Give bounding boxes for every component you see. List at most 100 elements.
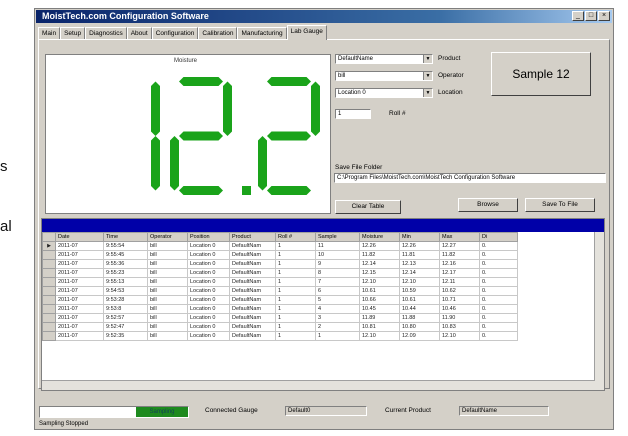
location-select[interactable]: Location 0 ▼: [335, 88, 433, 98]
table-cell: 9:55:36: [103, 259, 148, 269]
product-select[interactable]: DefaultName ▼: [335, 54, 433, 64]
maximize-button[interactable]: □: [585, 11, 597, 21]
sample-button[interactable]: Sample 12: [491, 52, 591, 96]
table-cell: 12.27: [439, 241, 480, 251]
table-cell: 9:52:35: [103, 331, 148, 341]
table-cell: 0.: [479, 250, 518, 260]
table-cell: 8: [315, 268, 360, 278]
column-header[interactable]: Di: [479, 232, 518, 242]
horizontal-scrollbar[interactable]: [42, 380, 595, 390]
table-cell: bill: [147, 331, 188, 341]
table-cell: 1: [275, 322, 316, 332]
table-cell: 9: [315, 259, 360, 269]
digit-segment: [179, 131, 223, 141]
table-cell: DefaultNam: [229, 241, 276, 251]
moisture-display: Moisture: [45, 54, 331, 214]
table-cell: DefaultNam: [229, 259, 276, 269]
column-header[interactable]: Product: [229, 232, 276, 242]
table-cell: 1: [275, 259, 316, 269]
table-cell: 1: [275, 295, 316, 305]
table-row[interactable]: 2011-07 9:55:13 bill Location 0 DefaultNam 1 7…: [42, 277, 518, 287]
table-cell: 10.80: [399, 322, 440, 332]
clear-table-button[interactable]: Clear Table: [335, 200, 401, 214]
row-indicator-header: [42, 232, 56, 242]
table-cell: 6: [315, 286, 360, 296]
table-cell: 1: [275, 277, 316, 287]
table-cell: DefaultNam: [229, 331, 276, 341]
column-header[interactable]: Roll #: [275, 232, 316, 242]
digit-segment: [311, 81, 320, 136]
table-cell: bill: [147, 277, 188, 287]
table-row[interactable]: 2011-07 9:55:45 bill Location 0 DefaultNam 1 1…: [42, 250, 518, 260]
current-row-arrow-icon: ▶: [42, 241, 56, 251]
operator-select[interactable]: bill ▼: [335, 71, 433, 81]
column-header[interactable]: Date: [55, 232, 104, 242]
dropdown-arrow-icon: ▼: [423, 72, 432, 80]
roll-input[interactable]: 1: [335, 109, 371, 119]
table-cell: 10.61: [359, 286, 400, 296]
table-cell: 1: [275, 286, 316, 296]
tab-lab-gauge[interactable]: Lab Gauge: [286, 25, 327, 40]
background-text-1: s: [0, 158, 8, 175]
table-cell: 2011-07: [55, 286, 104, 296]
table-row[interactable]: 2011-07 9:53:28 bill Location 0 DefaultNam 1 5…: [42, 295, 518, 305]
column-header[interactable]: Moisture: [359, 232, 400, 242]
row-indicator: [42, 322, 56, 332]
save-folder-input[interactable]: C:\Program Files\MoistTech.com\MoistTech…: [334, 173, 606, 183]
seven-segment-readout: [151, 77, 320, 195]
digit-segment: [170, 136, 179, 191]
close-button[interactable]: ×: [598, 11, 610, 21]
minimize-button[interactable]: _: [572, 11, 584, 21]
browse-button[interactable]: Browse: [458, 198, 518, 212]
table-row[interactable]: 2011-07 9:52:57 bill Location 0 DefaultNam 1 3…: [42, 313, 518, 323]
table-cell: 9:54:53: [103, 286, 148, 296]
tab-strip: Main Setup Diagnostics About Configuration Ca…: [38, 25, 327, 40]
current-product-field: DefaultName: [459, 406, 549, 416]
table-cell: 11.90: [439, 313, 480, 323]
background-text-2: al: [0, 218, 12, 235]
table-cell: 10.66: [359, 295, 400, 305]
table-cell: 9:52:47: [103, 322, 148, 332]
table-cell: bill: [147, 313, 188, 323]
table-cell: 2011-07: [55, 313, 104, 323]
table-cell: 9:55:23: [103, 268, 148, 278]
table-row[interactable]: 2011-07 9:53:8 bill Location 0 DefaultNam 1 4 1…: [42, 304, 518, 314]
table-row[interactable]: 2011-07 9:55:36 bill Location 0 DefaultNam 1 9…: [42, 259, 518, 269]
table-cell: bill: [147, 304, 188, 314]
table-cell: 0.: [479, 304, 518, 314]
table-cell: 11: [315, 241, 360, 251]
table-cell: 0.: [479, 277, 518, 287]
column-header[interactable]: Max: [439, 232, 480, 242]
table-cell: bill: [147, 250, 188, 260]
table-cell: Location 0: [187, 331, 230, 341]
column-header[interactable]: Time: [103, 232, 148, 242]
table-cell: 12.13: [399, 259, 440, 269]
grid-header-bar: [42, 219, 604, 232]
table-row[interactable]: ▶ 2011-07 9:55:54 bill Location 0 DefaultNam 1…: [42, 241, 518, 251]
column-header[interactable]: Position: [187, 232, 230, 242]
table-cell: 10.45: [359, 304, 400, 314]
table-cell: 12.10: [359, 277, 400, 287]
table-cell: 11.82: [439, 250, 480, 260]
column-header[interactable]: Sample: [315, 232, 360, 242]
table-cell: 10.61: [399, 295, 440, 305]
table-cell: 11.81: [399, 250, 440, 260]
table-row[interactable]: 2011-07 9:55:23 bill Location 0 DefaultNam 1 8…: [42, 268, 518, 278]
vertical-scrollbar[interactable]: [594, 232, 604, 390]
save-to-file-button[interactable]: Save To File: [525, 198, 595, 212]
table-cell: 10.71: [439, 295, 480, 305]
table-cell: Location 0: [187, 259, 230, 269]
table-cell: 12.14: [399, 268, 440, 278]
column-header[interactable]: Operator: [147, 232, 188, 242]
table-row[interactable]: 2011-07 9:54:53 bill Location 0 DefaultNam 1 6…: [42, 286, 518, 296]
table-cell: DefaultNam: [229, 295, 276, 305]
roll-label: Roll #: [389, 110, 406, 117]
location-label: Location: [438, 89, 463, 96]
table-row[interactable]: 2011-07 9:52:47 bill Location 0 DefaultNam 1 2…: [42, 322, 518, 332]
table-cell: Location 0: [187, 322, 230, 332]
samples-grid: Date Time Operator Position Product Roll # Sam…: [41, 218, 605, 391]
table-row[interactable]: 2011-07 9:52:35 bill Location 0 DefaultNam 1 1…: [42, 331, 518, 341]
row-indicator: [42, 250, 56, 260]
table-cell: 10.62: [439, 286, 480, 296]
column-header[interactable]: Min: [399, 232, 440, 242]
